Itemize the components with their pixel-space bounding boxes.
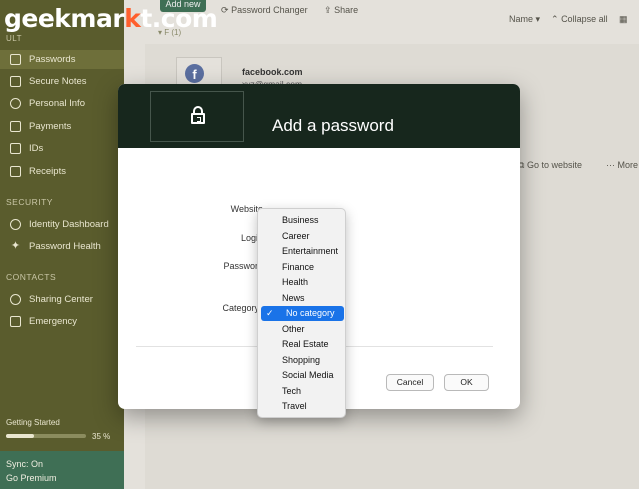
category-option[interactable]: Travel: [261, 399, 344, 414]
password-label: Password: [223, 261, 263, 271]
site-name[interactable]: facebook.com: [242, 67, 303, 77]
facebook-icon: f: [185, 64, 204, 83]
sidebar-item-label: Secure Notes: [29, 76, 87, 87]
sidebar-item-receipts[interactable]: Receipts: [0, 162, 124, 181]
category-option[interactable]: Business: [261, 213, 344, 228]
card-icon: [10, 121, 21, 132]
category-option[interactable]: Social Media: [261, 368, 344, 383]
dialog-title: Add a password: [272, 116, 394, 135]
password-changer-button[interactable]: ⟳ Password Changer: [221, 5, 308, 16]
sidebar-item-emergency[interactable]: Emergency: [0, 312, 124, 331]
category-option[interactable]: Health: [261, 275, 344, 290]
receipt-icon: [10, 166, 21, 177]
category-dropdown-menu: Business Career Entertainment Finance Health…: [257, 208, 346, 418]
dialog-header: Add a password: [118, 84, 520, 148]
note-icon: [10, 76, 21, 87]
emergency-icon: [10, 316, 21, 327]
chevron-up-icon: ⌃: [551, 14, 559, 24]
sidebar-item-label: Personal Info: [29, 98, 85, 109]
getting-started-label[interactable]: Getting Started: [6, 418, 60, 427]
category-option[interactable]: Entertainment: [261, 244, 344, 259]
category-label: Category: [222, 303, 259, 313]
collapse-all-button[interactable]: ⌃ Collapse all: [551, 14, 608, 25]
more-icon: ···: [606, 160, 615, 170]
lock-icon: [191, 106, 205, 124]
more-button[interactable]: ··· More: [606, 160, 638, 170]
share-icon: [10, 294, 21, 305]
sidebar-item-ids[interactable]: IDs: [0, 139, 124, 158]
go-premium-link[interactable]: Go Premium: [6, 471, 118, 485]
sidebar-item-label: Emergency: [29, 316, 78, 327]
cancel-button[interactable]: Cancel: [386, 374, 434, 391]
pulse-icon: ✦: [10, 240, 21, 252]
sidebar-item-identity-dashboard[interactable]: Identity Dashboard: [0, 215, 124, 234]
website-label: Website: [230, 204, 263, 214]
grid-view-icon[interactable]: ▦: [619, 14, 628, 25]
category-option[interactable]: ✓ No category: [261, 306, 344, 321]
sidebar-item-label: Identity Dashboard: [29, 219, 109, 230]
ok-button[interactable]: OK: [444, 374, 489, 391]
premium-box[interactable]: Sync: On Go Premium: [0, 451, 124, 489]
sidebar-item-label: Sharing Center: [29, 294, 93, 305]
category-option[interactable]: Real Estate: [261, 337, 344, 352]
share-icon: ⇪: [324, 5, 332, 15]
lock-icon: [10, 54, 21, 65]
getting-started-progress: [6, 434, 86, 438]
category-option[interactable]: Other: [261, 322, 344, 337]
security-section-label: SECURITY: [6, 197, 53, 207]
sidebar-item-label: Password Health: [29, 241, 101, 252]
checkmark-icon: ✓: [266, 308, 274, 318]
category-option[interactable]: Finance: [261, 260, 344, 275]
sidebar-item-payments[interactable]: Payments: [0, 117, 124, 136]
go-to-website-button[interactable]: ⧉ Go to website: [518, 160, 582, 171]
refresh-icon: ⟳: [221, 5, 229, 15]
sidebar-item-label: Payments: [29, 121, 72, 132]
contacts-section-label: CONTACTS: [6, 272, 57, 282]
category-option[interactable]: Career: [261, 229, 344, 244]
progress-fill: [6, 434, 34, 438]
sidebar-item-password-health[interactable]: ✦ Password Health: [0, 237, 124, 256]
sync-status: Sync: On: [6, 459, 44, 469]
category-option[interactable]: News: [261, 291, 344, 306]
category-option[interactable]: Tech: [261, 384, 344, 399]
share-button[interactable]: ⇪ Share: [324, 5, 358, 16]
login-label: Login: [240, 233, 263, 243]
sidebar-item-personal-info[interactable]: Personal Info: [0, 94, 124, 113]
sort-dropdown[interactable]: Name ▾: [509, 14, 540, 25]
getting-started-percent: 35 %: [92, 432, 111, 441]
sidebar-item-label: Passwords: [29, 54, 76, 65]
watermark-logo: geekmarkt.com: [4, 4, 218, 33]
sidebar: ULT Passwords Secure Notes Personal Info…: [0, 0, 124, 489]
id-icon: [10, 143, 21, 154]
sidebar-item-sharing-center[interactable]: Sharing Center: [0, 290, 124, 309]
sidebar-item-label: IDs: [29, 143, 44, 154]
eye-icon: [10, 219, 21, 230]
sidebar-item-label: Receipts: [29, 166, 66, 177]
sidebar-item-secure-notes[interactable]: Secure Notes: [0, 72, 124, 91]
sidebar-item-passwords[interactable]: Passwords: [0, 50, 124, 69]
category-option[interactable]: Shopping: [261, 353, 344, 368]
vault-section-label: ULT: [6, 34, 23, 43]
site-icon-box[interactable]: [150, 91, 244, 142]
person-icon: [10, 98, 21, 109]
